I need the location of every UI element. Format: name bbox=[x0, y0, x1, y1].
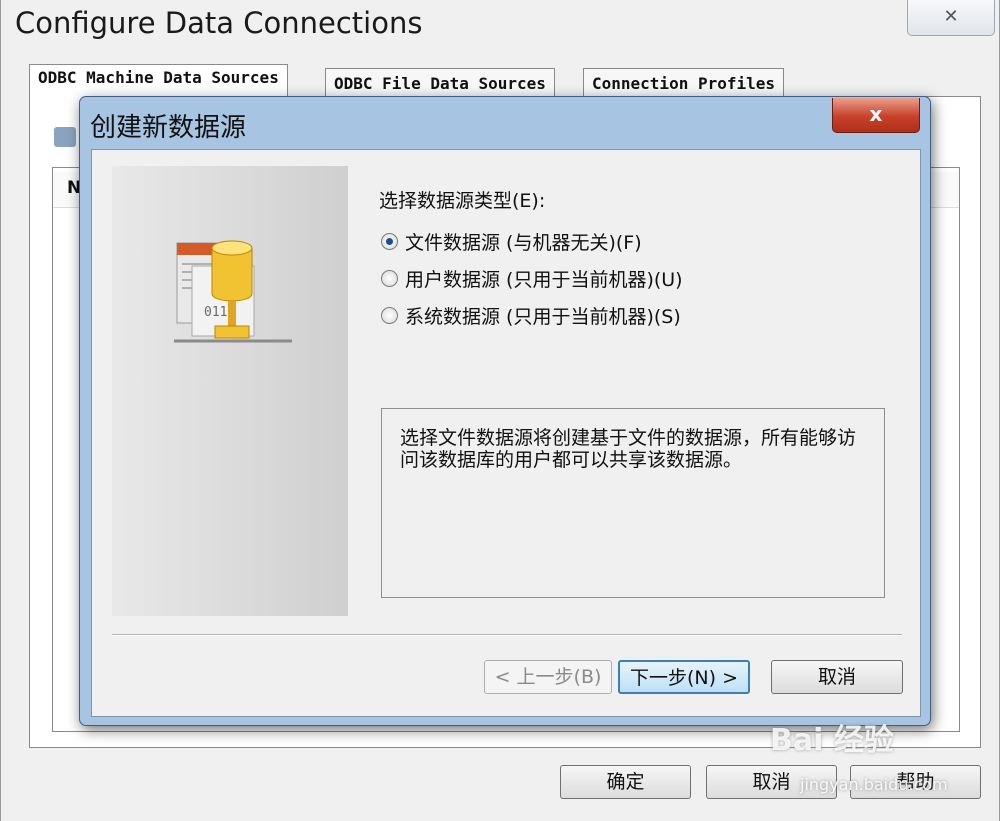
dialog-body: 0110 选择数据源类型(E): 文件数据源 (与机器无关)(F) 用户数据源 … bbox=[91, 149, 921, 717]
radio-user-data-source[interactable]: 用户数据源 (只用于当前机器)(U) bbox=[381, 265, 683, 291]
description-box: 选择文件数据源将创建基于文件的数据源，所有能够访问该数据库的用户都可以共享该数据… bbox=[381, 408, 885, 598]
toolbar-new-icon[interactable] bbox=[54, 127, 76, 147]
dialog-close-button[interactable]: x bbox=[832, 98, 920, 133]
button-separator bbox=[112, 634, 902, 636]
window-close-button[interactable]: ✕ bbox=[907, 0, 995, 36]
dialog-cancel-button[interactable]: 取消 bbox=[771, 660, 903, 694]
radio-label-system: 系统数据源 (只用于当前机器)(S) bbox=[405, 305, 681, 328]
dialog-title: 创建新数据源 bbox=[90, 113, 247, 143]
description-text: 选择文件数据源将创建基于文件的数据源，所有能够访问该数据库的用户都可以共享该数据… bbox=[400, 427, 857, 471]
tab-odbc-file-data-sources[interactable]: ODBC File Data Sources bbox=[325, 68, 555, 98]
baidu-watermark: Bai 经验 bbox=[770, 723, 894, 758]
data-source-type-label: 选择数据源类型(E): bbox=[379, 190, 546, 212]
radio-file-data-source[interactable]: 文件数据源 (与机器无关)(F) bbox=[381, 228, 642, 254]
tab-connection-profiles[interactable]: Connection Profiles bbox=[583, 68, 785, 98]
database-cylinder-icon: 0110 bbox=[174, 240, 292, 343]
next-button[interactable]: 下一步(N) > bbox=[618, 660, 750, 694]
radio-button-checked[interactable] bbox=[381, 232, 398, 250]
radio-label-user: 用户数据源 (只用于当前机器)(U) bbox=[405, 268, 683, 291]
ok-button[interactable]: 确定 bbox=[560, 765, 691, 799]
radio-label-file: 文件数据源 (与机器无关)(F) bbox=[405, 231, 642, 254]
wizard-side-image: 0110 bbox=[112, 166, 348, 616]
radio-button[interactable] bbox=[381, 269, 398, 287]
tab-odbc-machine-data-sources[interactable]: ODBC Machine Data Sources bbox=[29, 64, 288, 98]
radio-system-data-source[interactable]: 系统数据源 (只用于当前机器)(S) bbox=[381, 302, 681, 328]
back-button[interactable]: < 上一步(B) bbox=[484, 660, 612, 694]
window-title: Configure Data Connections bbox=[15, 6, 423, 40]
baidu-watermark-url: jingyan.baidu.com bbox=[800, 775, 948, 794]
radio-button[interactable] bbox=[381, 306, 398, 324]
create-new-data-source-dialog: 创建新数据源 x 0110 选择数据源类型(E): 文件数据源 (与机器无关)(… bbox=[79, 96, 931, 726]
